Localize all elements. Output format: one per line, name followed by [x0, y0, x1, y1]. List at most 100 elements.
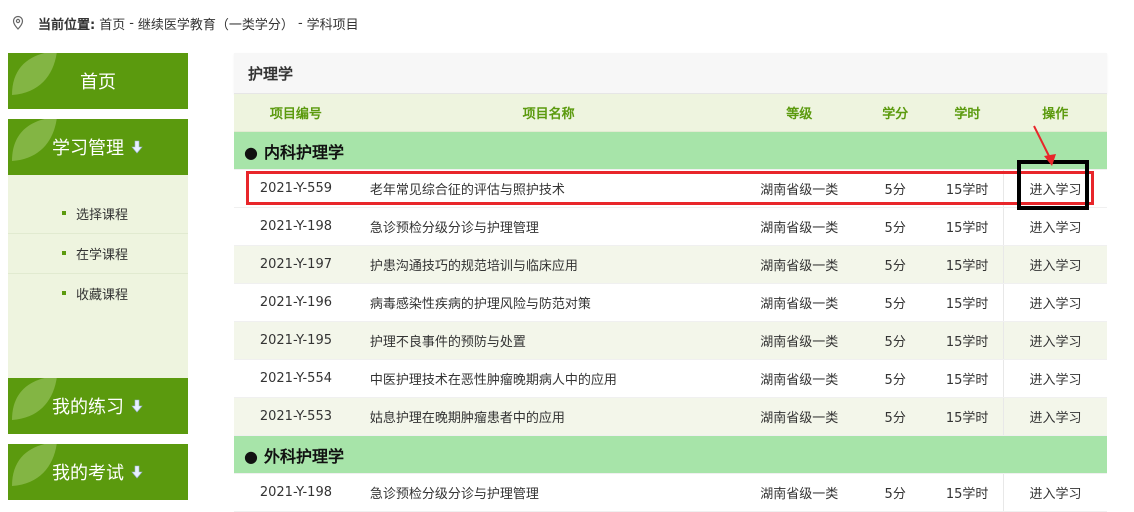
sidebar-item-home[interactable]: 首页: [8, 53, 188, 109]
cell-hours: 15学时: [931, 321, 1004, 360]
cell-credit: 5分: [859, 321, 932, 360]
cell-level: 湖南省级一类: [739, 207, 860, 246]
cell-name: 护理不良事件的预防与处置: [357, 321, 740, 360]
sidebar-item-study[interactable]: 学习管理: [8, 119, 188, 175]
group-bullet: ●: [244, 142, 258, 162]
cell-level: 湖南省级一类: [739, 473, 860, 512]
sidebar-exam-label: 我的考试: [52, 463, 124, 484]
breadcrumb: 当前位置: 首页 - 继续医学教育（一类学分） - 学科项目: [10, 12, 359, 34]
cell-credit: 5分: [859, 283, 932, 322]
col-header-code: 项目编号: [234, 94, 358, 132]
cell-code: 2021-Y-559: [234, 169, 358, 208]
group-name: 外科护理学: [263, 446, 344, 466]
course-table: 项目编号 项目名称 等级 学分 学时 操作 ● 内科护理学 2021-Y-559 …: [234, 94, 1107, 512]
enter-study-link[interactable]: 进入学习: [1030, 297, 1082, 312]
group-cell: ● 外科护理学: [234, 435, 1107, 474]
table-row: 2021-Y-195 护理不良事件的预防与处置 湖南省级一类 5分 15学时 进…: [234, 321, 1107, 360]
breadcrumb-separator: -: [129, 15, 134, 31]
cell-code: 2021-Y-198: [234, 207, 358, 246]
cell-name: 急诊预检分级分诊与护理管理: [357, 473, 740, 512]
cell-credit: 5分: [859, 359, 932, 398]
table-row: 2021-Y-559 老年常见综合征的评估与照护技术 湖南省级一类 5分 15学…: [234, 169, 1107, 208]
cell-name: 病毒感染性疾病的护理风险与防范对策: [357, 283, 740, 322]
enter-study-link[interactable]: 进入学习: [1030, 183, 1082, 198]
cell-level: 湖南省级一类: [739, 397, 860, 436]
cell-hours: 15学时: [931, 207, 1004, 246]
bullet-icon: [62, 251, 66, 255]
group-row: ● 内科护理学: [234, 131, 1107, 170]
cell-credit: 5分: [859, 207, 932, 246]
cell-credit: 5分: [859, 473, 932, 512]
sidebar-practice-label: 我的练习: [52, 397, 124, 418]
location-pin-icon: [12, 15, 24, 30]
enter-study-link[interactable]: 进入学习: [1030, 259, 1082, 274]
enter-study-link[interactable]: 进入学习: [1030, 373, 1082, 388]
group-cell: ● 内科护理学: [234, 131, 1107, 170]
cell-code: 2021-Y-554: [234, 359, 358, 398]
breadcrumb-label: 当前位置:: [38, 17, 96, 33]
cell-code: 2021-Y-197: [234, 245, 358, 284]
sidebar-study-label: 学习管理: [52, 138, 124, 159]
cell-name: 护患沟通技巧的规范培训与临床应用: [357, 245, 740, 284]
enter-study-link[interactable]: 进入学习: [1030, 487, 1082, 502]
cell-level: 湖南省级一类: [739, 283, 860, 322]
cell-hours: 15学时: [931, 359, 1004, 398]
table-row: 2021-Y-198 急诊预检分级分诊与护理管理 湖南省级一类 5分 15学时 …: [234, 473, 1107, 512]
panel-title: 护理学: [248, 64, 294, 83]
cell-level: 湖南省级一类: [739, 169, 860, 208]
down-arrow-icon: [131, 465, 143, 479]
table-row: 2021-Y-198 急诊预检分级分诊与护理管理 湖南省级一类 5分 15学时 …: [234, 207, 1107, 246]
submenu-item-current-course[interactable]: 在学课程: [8, 233, 188, 274]
col-header-name: 项目名称: [357, 94, 740, 132]
down-arrow-icon: [131, 140, 143, 154]
sidebar-item-exam[interactable]: 我的考试: [8, 444, 188, 500]
leaf-icon: [12, 53, 57, 95]
cell-credit: 5分: [859, 397, 932, 436]
sidebar-home-label: 首页: [80, 72, 116, 93]
cell-credit: 5分: [859, 169, 932, 208]
cell-code: 2021-Y-196: [234, 283, 358, 322]
cell-code: 2021-Y-195: [234, 321, 358, 360]
down-arrow-icon: [131, 399, 143, 413]
submenu-item-favorite-course[interactable]: 收藏课程: [8, 273, 188, 313]
col-header-op: 操作: [1003, 94, 1107, 132]
sidebar-item-practice[interactable]: 我的练习: [8, 378, 188, 434]
breadcrumb-section[interactable]: 继续医学教育（一类学分）: [138, 14, 294, 33]
cell-level: 湖南省级一类: [739, 359, 860, 398]
breadcrumb-home[interactable]: 首页: [99, 14, 125, 33]
cell-name: 姑息护理在晚期肿瘤患者中的应用: [357, 397, 740, 436]
cell-level: 湖南省级一类: [739, 321, 860, 360]
table-row: 2021-Y-196 病毒感染性疾病的护理风险与防范对策 湖南省级一类 5分 1…: [234, 283, 1107, 322]
enter-study-link[interactable]: 进入学习: [1030, 411, 1082, 426]
cell-level: 湖南省级一类: [739, 245, 860, 284]
submenu-label: 收藏课程: [76, 287, 129, 303]
bullet-icon: [62, 211, 66, 215]
submenu-label: 选择课程: [76, 207, 129, 223]
col-header-level: 等级: [739, 94, 860, 132]
group-row: ● 外科护理学: [234, 435, 1107, 474]
enter-study-link[interactable]: 进入学习: [1030, 335, 1082, 350]
col-header-credit: 学分: [859, 94, 932, 132]
enter-study-link[interactable]: 进入学习: [1030, 221, 1082, 236]
table-header-row: 项目编号 项目名称 等级 学分 学时 操作: [234, 94, 1107, 132]
cell-hours: 15学时: [931, 473, 1004, 512]
cell-credit: 5分: [859, 245, 932, 284]
cell-code: 2021-Y-198: [234, 473, 358, 512]
table-row: 2021-Y-553 姑息护理在晚期肿瘤患者中的应用 湖南省级一类 5分 15学…: [234, 397, 1107, 436]
group-name: 内科护理学: [263, 142, 344, 162]
cell-code: 2021-Y-553: [234, 397, 358, 436]
submenu-item-select-course[interactable]: 选择课程: [8, 193, 188, 234]
cell-name: 中医护理技术在恶性肿瘤晚期病人中的应用: [357, 359, 740, 398]
table-row: 2021-Y-197 护患沟通技巧的规范培训与临床应用 湖南省级一类 5分 15…: [234, 245, 1107, 284]
breadcrumb-current: 学科项目: [306, 17, 359, 33]
cell-name: 老年常见综合征的评估与照护技术: [357, 169, 740, 208]
cell-name: 急诊预检分级分诊与护理管理: [357, 207, 740, 246]
table-row: 2021-Y-554 中医护理技术在恶性肿瘤晚期病人中的应用 湖南省级一类 5分…: [234, 359, 1107, 398]
submenu-label: 在学课程: [76, 247, 129, 263]
group-bullet: ●: [244, 446, 258, 466]
breadcrumb-separator: -: [297, 15, 303, 31]
cell-hours: 15学时: [931, 169, 1004, 208]
bullet-icon: [62, 291, 66, 295]
col-header-hours: 学时: [931, 94, 1004, 132]
cell-hours: 15学时: [931, 283, 1004, 322]
